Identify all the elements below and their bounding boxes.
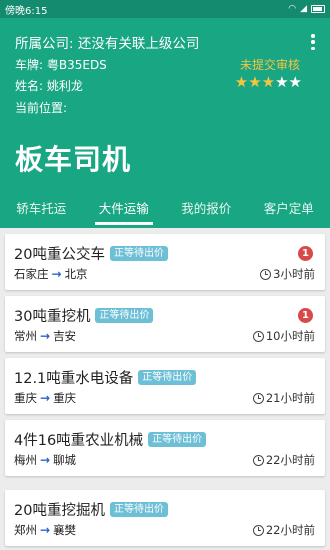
arrow-right-icon: → (40, 391, 51, 405)
rating-stars: ★★★★★ (235, 73, 302, 91)
battery-icon (311, 5, 325, 13)
order-title: 20吨重挖掘机 (14, 503, 105, 519)
order-title: 12.1吨重水电设备 (14, 371, 134, 387)
order-route: 石家庄 → 北京 (14, 266, 88, 282)
order-card[interactable]: 20吨重公交车 正等待出价 1 石家庄 → 北京 3小时前 (5, 234, 325, 290)
time-text: 22小时前 (265, 523, 315, 537)
order-title: 4件16吨重农业机械 (14, 433, 144, 449)
route-to: 吉安 (53, 329, 77, 343)
tab-car-shipping[interactable]: 轿车托运 (0, 196, 83, 228)
tab-my-quotes[interactable]: 我的报价 (165, 196, 248, 228)
route-from: 石家庄 (14, 267, 49, 281)
star-icon: ★ (288, 73, 302, 91)
order-time: 22小时前 (252, 452, 315, 468)
order-time: 10小时前 (252, 328, 315, 344)
order-time: 22小时前 (252, 522, 315, 538)
order-route: 重庆 → 重庆 (14, 390, 76, 406)
order-time: 3小时前 (260, 266, 315, 282)
status-badge: 正等待出价 (109, 502, 168, 517)
company-label: 所属公司: 还没有关联上级公司 (15, 36, 200, 52)
status-bar: 傍晚6:15 ◠ ◢ (0, 0, 330, 18)
route-to: 襄樊 (53, 523, 77, 537)
star-icon: ★ (275, 73, 289, 91)
unread-count-badge: 1 (298, 246, 313, 261)
star-icon: ★ (248, 73, 262, 91)
order-route: 常州 → 吉安 (14, 328, 76, 344)
order-time: 21小时前 (252, 390, 315, 406)
tab-heavy-transport[interactable]: 大件运输 (83, 196, 166, 228)
order-card[interactable]: 4件16吨重农业机械 正等待出价 梅州 → 聊城 22小时前 (5, 420, 325, 476)
status-time: 傍晚6:15 (5, 5, 48, 17)
unread-count-badge: 1 (298, 308, 313, 323)
arrow-right-icon: → (40, 453, 51, 467)
order-route: 梅州 → 聊城 (14, 452, 76, 468)
order-title: 20吨重公交车 (14, 247, 105, 263)
more-menu-icon[interactable] (306, 32, 320, 52)
plate-label: 车牌: 粤B35EDS (15, 58, 107, 72)
route-from: 郑州 (14, 523, 37, 537)
order-title: 30吨重挖机 (14, 309, 91, 325)
clock-icon (260, 268, 272, 280)
location-label: 当前位置: (15, 101, 68, 115)
time-text: 21小时前 (265, 391, 315, 405)
role-title: 板车司机 (15, 143, 132, 176)
order-card[interactable]: 30吨重挖机 正等待出价 1 常州 → 吉安 10小时前 (5, 296, 325, 352)
wifi-icon: ◠ (288, 4, 297, 14)
status-badge: 正等待出价 (148, 432, 207, 447)
route-from: 梅州 (14, 453, 37, 467)
status-icons: ◠ ◢ (288, 4, 325, 14)
arrow-right-icon: → (40, 329, 51, 343)
order-card[interactable]: 12.1吨重水电设备 正等待出价 重庆 → 重庆 21小时前 (5, 358, 325, 414)
route-to: 重庆 (53, 391, 77, 405)
order-title-row: 30吨重挖机 正等待出价 (14, 305, 154, 326)
route-to: 聊城 (53, 453, 77, 467)
order-title-row: 12.1吨重水电设备 正等待出价 (14, 367, 197, 388)
route-from: 重庆 (14, 391, 37, 405)
route-from: 常州 (14, 329, 37, 343)
audit-status-link[interactable]: 未提交审核 (240, 56, 300, 73)
clock-icon (252, 524, 264, 536)
order-title-row: 20吨重挖掘机 正等待出价 (14, 499, 168, 520)
profile-header: 所属公司: 还没有关联上级公司 车牌: 粤B35EDS 未提交审核 姓名: 姚利… (0, 18, 330, 228)
tab-customer-orders[interactable]: 客户定单 (248, 196, 330, 228)
time-text: 22小时前 (265, 453, 315, 467)
tab-bar: 轿车托运 大件运输 我的报价 客户定单 (0, 196, 330, 228)
route-to: 北京 (64, 267, 88, 281)
status-badge: 正等待出价 (109, 246, 168, 261)
order-title-row: 20吨重公交车 正等待出价 (14, 243, 168, 264)
time-text: 3小时前 (273, 267, 315, 281)
star-icon: ★ (261, 73, 276, 91)
driver-name-label: 姓名: 姚利龙 (15, 79, 83, 93)
status-badge: 正等待出价 (95, 308, 154, 323)
clock-icon (252, 454, 264, 466)
status-badge: 正等待出价 (138, 370, 197, 385)
arrow-right-icon: → (40, 523, 51, 537)
arrow-right-icon: → (51, 267, 62, 281)
signal-icon: ◢ (300, 4, 307, 14)
clock-icon (252, 392, 264, 404)
order-title-row: 4件16吨重农业机械 正等待出价 (14, 429, 207, 450)
order-route: 郑州 → 襄樊 (14, 522, 76, 538)
star-icon: ★ (234, 73, 249, 91)
order-card[interactable]: 20吨重挖掘机 正等待出价 郑州 → 襄樊 22小时前 (5, 490, 325, 546)
clock-icon (252, 330, 264, 342)
time-text: 10小时前 (265, 329, 315, 343)
